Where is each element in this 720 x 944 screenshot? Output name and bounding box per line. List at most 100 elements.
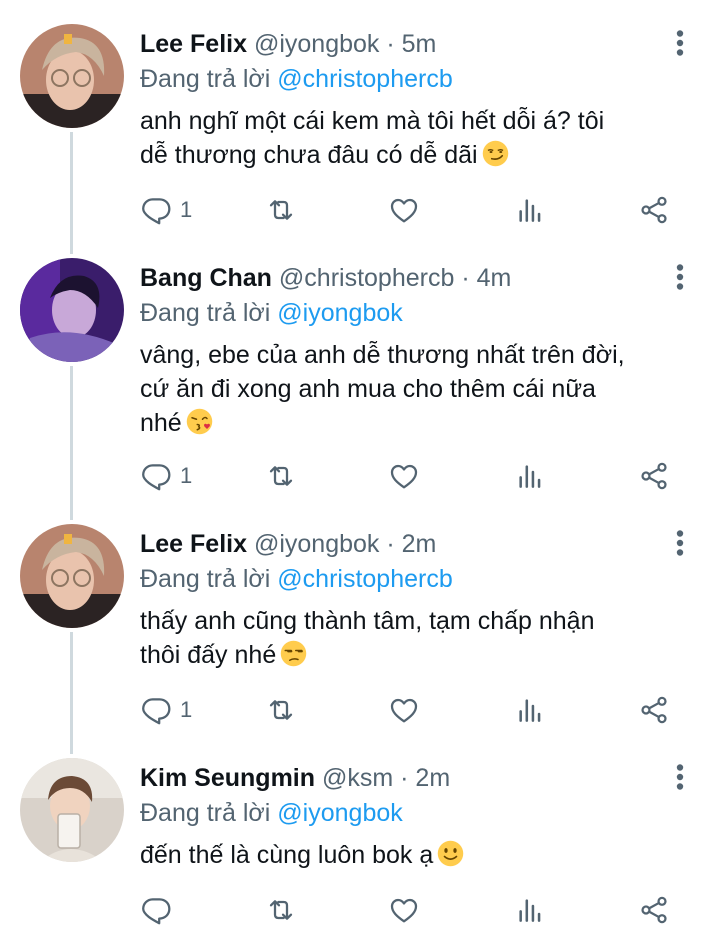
- share-button[interactable]: [638, 456, 670, 496]
- author-name[interactable]: Bang Chan: [140, 264, 272, 292]
- author-name[interactable]: Lee Felix: [140, 30, 247, 58]
- tweet-text-line: thôi đấy nhé: [140, 641, 277, 669]
- reply-icon: [142, 698, 171, 725]
- mention-link[interactable]: @iyongbok: [277, 299, 402, 327]
- retweet-icon: [269, 466, 293, 486]
- heart-icon: [390, 898, 418, 923]
- author-handle[interactable]: @iyongbok: [254, 530, 379, 558]
- more-button[interactable]: [676, 530, 684, 556]
- tweet-text: đến thế là cùng luôn bok ạ: [140, 838, 685, 872]
- more-vertical-icon: [676, 264, 684, 290]
- share-button[interactable]: [638, 890, 670, 930]
- tweet-text: anh nghĩ một cái kem mà tôi hết dỗi á? t…: [140, 104, 685, 172]
- heart-icon: [390, 698, 418, 723]
- reply-button[interactable]: 1: [140, 690, 192, 730]
- reply-button[interactable]: 1: [140, 190, 192, 230]
- slightly-smiling-face-icon: [438, 840, 464, 867]
- retweet-button[interactable]: [265, 190, 297, 230]
- separator: ·: [400, 764, 409, 792]
- author-handle[interactable]: @ksm: [322, 764, 393, 792]
- avatar-photo: [20, 524, 124, 628]
- mention-link[interactable]: @iyongbok: [277, 799, 402, 827]
- tweet-text-line: đến thế là cùng luôn bok ạ: [140, 841, 434, 869]
- avatar-photo: [20, 258, 124, 362]
- avatar[interactable]: [20, 524, 124, 628]
- separator: ·: [461, 264, 470, 292]
- reply-icon: [142, 198, 171, 225]
- tweet-text: vâng, ebe của anh dễ thương nhất trên đờ…: [140, 338, 685, 440]
- timestamp[interactable]: 5m: [402, 30, 437, 58]
- reply-button[interactable]: 1: [140, 456, 192, 496]
- retweet-icon: [269, 200, 293, 220]
- face-blowing-kiss-icon: [186, 408, 212, 435]
- replying-to-label: Đang trả lời: [140, 299, 271, 327]
- like-button[interactable]: [388, 456, 420, 496]
- analytics-icon: [519, 199, 541, 222]
- tweet[interactable]: Lee Felix @iyongbok · 2m Đang trả lời @c…: [0, 500, 720, 750]
- like-button[interactable]: [388, 690, 420, 730]
- share-button[interactable]: [638, 190, 670, 230]
- retweet-button[interactable]: [265, 456, 297, 496]
- timestamp[interactable]: 2m: [415, 764, 450, 792]
- separator: ·: [386, 530, 395, 558]
- avatar[interactable]: [20, 258, 124, 362]
- timestamp[interactable]: 4m: [477, 264, 512, 292]
- tweet-text-line: dễ thương chưa đâu có dễ dãi: [140, 141, 478, 169]
- unamused-face-icon: [280, 640, 307, 667]
- heart-icon: [390, 464, 418, 489]
- analytics-button[interactable]: [514, 890, 546, 930]
- reply-count: 1: [180, 697, 193, 722]
- avatar-photo: [20, 758, 124, 862]
- retweet-icon: [269, 700, 293, 720]
- analytics-button[interactable]: [514, 190, 546, 230]
- reply-count: 1: [180, 197, 193, 222]
- tweet-text-line: thấy anh cũng thành tâm, tạm chấp nhận: [140, 607, 595, 635]
- replying-to-label: Đang trả lời: [140, 565, 271, 593]
- analytics-icon: [519, 899, 541, 922]
- retweet-button[interactable]: [265, 890, 297, 930]
- like-button[interactable]: [388, 190, 420, 230]
- mention-link[interactable]: @christophercb: [277, 65, 452, 93]
- tweet-text-line: cứ ăn đi xong anh mua cho thêm cái nữa: [140, 375, 596, 403]
- share-icon: [641, 896, 667, 924]
- replying-to-label: Đang trả lời: [140, 65, 271, 93]
- timestamp[interactable]: 2m: [402, 530, 437, 558]
- share-icon: [641, 462, 667, 490]
- author-handle[interactable]: @christophercb: [279, 264, 454, 292]
- tweet[interactable]: Lee Felix @iyongbok · 5m Đang trả lời @c…: [0, 0, 720, 250]
- share-icon: [641, 196, 667, 224]
- avatar[interactable]: [20, 758, 124, 862]
- retweet-button[interactable]: [265, 690, 297, 730]
- mention-link[interactable]: @christophercb: [277, 565, 452, 593]
- tweet-text-line: nhé: [140, 409, 182, 437]
- tweet-text-line: vâng, ebe của anh dễ thương nhất trên đờ…: [140, 341, 625, 369]
- replying-to-label: Đang trả lời: [140, 799, 271, 827]
- heart-icon: [390, 198, 418, 223]
- analytics-button[interactable]: [514, 456, 546, 496]
- analytics-icon: [519, 465, 541, 488]
- share-icon: [641, 696, 667, 724]
- more-vertical-icon: [676, 764, 684, 790]
- tweet-text-line: anh nghĩ một cái kem mà tôi hết dỗi á? t…: [140, 107, 605, 135]
- author-name[interactable]: Kim Seungmin: [140, 764, 315, 792]
- reply-button[interactable]: [140, 890, 180, 930]
- share-button[interactable]: [638, 690, 670, 730]
- tweet[interactable]: Bang Chan @christophercb · 4m Đang trả l…: [0, 234, 720, 524]
- reply-count: 1: [180, 463, 193, 488]
- reply-icon: [142, 464, 171, 491]
- avatar[interactable]: [20, 24, 124, 128]
- more-button[interactable]: [676, 264, 684, 290]
- more-button[interactable]: [676, 30, 684, 56]
- retweet-icon: [269, 900, 293, 920]
- tweet-text: thấy anh cũng thành tâm, tạm chấp nhận t…: [140, 604, 685, 672]
- more-button[interactable]: [676, 764, 684, 790]
- avatar-photo: [20, 24, 124, 128]
- tweet[interactable]: Kim Seungmin @ksm · 2m Đang trả lời @iyo…: [0, 734, 720, 944]
- author-handle[interactable]: @iyongbok: [254, 30, 379, 58]
- author-name[interactable]: Lee Felix: [140, 530, 247, 558]
- separator: ·: [386, 30, 395, 58]
- more-vertical-icon: [676, 30, 684, 56]
- smirking-face-icon: [482, 140, 508, 167]
- analytics-button[interactable]: [514, 690, 546, 730]
- like-button[interactable]: [388, 890, 420, 930]
